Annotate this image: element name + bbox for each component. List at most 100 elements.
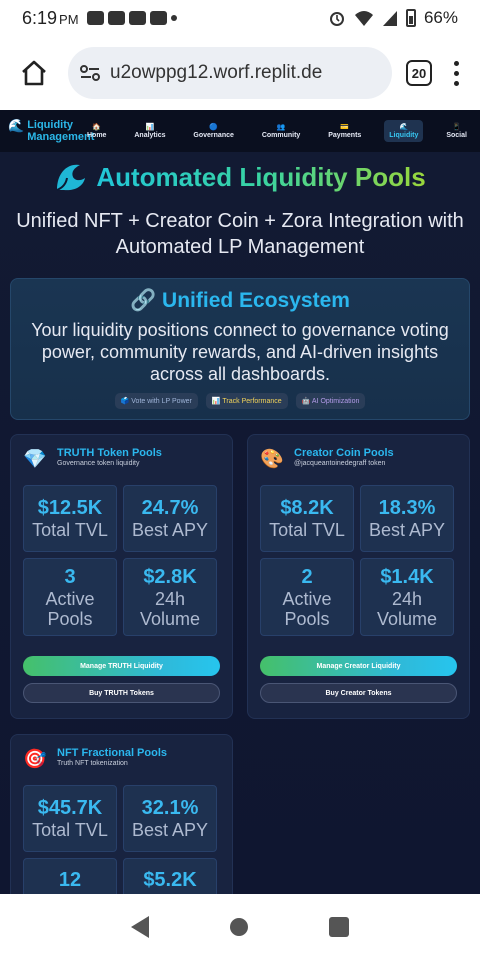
status-time-ampm: PM	[59, 11, 79, 27]
nav-item-home[interactable]: 🏠 Home	[82, 120, 111, 142]
target-icon: 🎯	[23, 749, 47, 770]
stat-value: $1.4K	[380, 565, 434, 588]
manage-truth-liquidity-button[interactable]: Manage TRUTH Liquidity	[23, 656, 220, 676]
stat-label: Active Pools	[45, 588, 95, 629]
site-settings-icon[interactable]	[80, 64, 100, 82]
nav-item-label: Liquidity	[389, 132, 419, 139]
stat-value: $2.8K	[143, 565, 197, 588]
stat-value: 3	[64, 565, 76, 588]
buy-truth-tokens-button[interactable]: Buy TRUTH Tokens	[23, 683, 220, 703]
back-icon[interactable]	[130, 916, 149, 938]
pool-stats: $8.2K Total TVL 18.3% Best APY 2 Active Poo…	[260, 485, 457, 636]
address-bar[interactable]: u2owppg12.worf.replit.de	[68, 47, 392, 99]
browser-menu-button[interactable]	[446, 60, 466, 86]
stat-value: $12.5K	[37, 497, 103, 519]
stat-label: Total TVL	[269, 520, 345, 540]
manage-creator-liquidity-button[interactable]: Manage Creator Liquidity	[260, 656, 457, 676]
tag-vote: 🗳️ Vote with LP Power	[114, 393, 198, 409]
more-notifications-dot-icon	[170, 15, 177, 21]
status-right: 66%	[328, 8, 458, 28]
stat-value: $8.2K	[280, 497, 334, 519]
signal-icon	[382, 11, 397, 26]
stat-value: 24.7%	[141, 497, 199, 519]
stat-active-pools: 2 Active Pools	[260, 558, 354, 636]
pool-subtitle: Truth NFT tokenization	[57, 760, 128, 767]
home-nav-icon: 🏠	[92, 124, 102, 131]
nav-item-label: Governance	[193, 132, 234, 139]
stat-label: 24h Volume	[376, 588, 438, 629]
url-text[interactable]: u2owppg12.worf.replit.de	[110, 62, 322, 84]
wave-icon	[56, 164, 86, 191]
home-button[interactable]	[14, 53, 54, 93]
pool-title: Creator Coin Pools	[294, 447, 394, 459]
tag-track: 📊 Track Performance	[205, 393, 288, 409]
ecosystem-tags: 🗳️ Vote with LP Power 📊 Track Performanc…	[11, 393, 469, 409]
stat-label: Total TVL	[32, 820, 108, 840]
ecosystem-title: 🔗 Unified Ecosystem	[130, 289, 350, 312]
stat-24h-volume: $2.8K 24h Volume	[123, 558, 217, 636]
stat-value: 18.3%	[378, 497, 436, 519]
wave-nav-icon: 🌊	[399, 124, 409, 131]
ecosystem-description: Your liquidity positions connect to gove…	[31, 320, 449, 384]
stat-value: 12	[58, 869, 82, 891]
nav-item-governance[interactable]: 🔵 Governance	[188, 120, 238, 142]
stat-value: 2	[301, 565, 313, 588]
palette-icon: 🎨	[260, 449, 284, 470]
nav-item-label: Community	[261, 132, 301, 139]
hero-title: Automated Liquidity Pools	[0, 160, 480, 194]
status-time: 6:19 PM	[22, 8, 79, 29]
pool-card-nft: 🎯 NFT Fractional Pools Truth NFT tokeniz…	[10, 734, 233, 894]
stat-best-apy: 24.7% Best APY	[123, 485, 217, 552]
status-bar: 6:19 PM 66%	[0, 0, 480, 36]
nav-item-payments[interactable]: 💳 Payments	[323, 120, 366, 142]
pool-title: NFT Fractional Pools	[57, 747, 168, 759]
pool-header: 🎨 Creator Coin Pools @jacqueantoinedegra…	[260, 447, 457, 483]
pool-stats: $45.7K Total TVL 32.1% Best APY 12 $5.2K	[23, 785, 220, 894]
alarm-icon	[329, 12, 344, 26]
nav-item-analytics[interactable]: 📊 Analytics	[129, 120, 170, 142]
stat-value: $45.7K	[37, 797, 103, 819]
recents-icon[interactable]	[329, 917, 350, 937]
pool-header: 🎯 NFT Fractional Pools Truth NFT tokeniz…	[23, 747, 220, 783]
stat-value: $5.2K	[143, 869, 197, 891]
pool-card-creator: 🎨 Creator Coin Pools @jacqueantoinedegra…	[247, 434, 470, 719]
stat-total-tvl: $8.2K Total TVL	[260, 485, 354, 552]
main-content: Automated Liquidity Pools Unified NFT + …	[0, 152, 480, 894]
buy-creator-tokens-button[interactable]: Buy Creator Tokens	[260, 683, 457, 703]
nav-item-label: Analytics	[134, 132, 166, 139]
pool-stats: $12.5K Total TVL 24.7% Best APY 3 Active Po…	[23, 485, 220, 636]
pool-header: 💎 TRUTH Token Pools Governance token liq…	[23, 447, 220, 483]
phone-nav-icon: 📱	[452, 124, 461, 131]
page-title: Automated Liquidity Pools	[96, 161, 426, 192]
nav-item-label: Payments	[328, 132, 362, 139]
app-navbar: 🌊 Liquidity Management 🏠 Home 📊 Analytics …	[0, 110, 480, 152]
nav-item-liquidity[interactable]: 🌊 Liquidity	[384, 120, 424, 142]
pool-title: TRUTH Token Pools	[57, 447, 162, 459]
nav-items: 🏠 Home 📊 Analytics 🔵 Governance 👥 Community …	[82, 120, 472, 142]
stat-best-apy: 18.3% Best APY	[360, 485, 454, 552]
nav-item-community[interactable]: 👥 Community	[257, 120, 306, 142]
stat-label: Best APY	[368, 520, 446, 540]
stat-label: 24h Volume	[139, 588, 201, 629]
brand[interactable]: 🌊 Liquidity Management	[8, 118, 94, 143]
stat-total-tvl: $45.7K Total TVL	[23, 785, 117, 852]
status-time-value: 6:19	[22, 7, 58, 28]
stat-label: Best APY	[131, 820, 209, 840]
people-nav-icon: 👥	[276, 124, 286, 131]
stat-24h-volume: $5.2K	[123, 858, 217, 894]
home-circle-icon[interactable]	[229, 918, 248, 936]
battery-percent: 66%	[423, 8, 458, 27]
system-nav-bar	[0, 894, 480, 960]
browser-toolbar: u2owppg12.worf.replit.de 20	[0, 36, 480, 110]
stat-best-apy: 32.1% Best APY	[123, 785, 217, 852]
tab-switcher-button[interactable]: 20	[406, 60, 432, 86]
pool-card-truth: 💎 TRUTH Token Pools Governance token liq…	[10, 434, 233, 719]
stat-24h-volume: $1.4K 24h Volume	[360, 558, 454, 636]
page-subtitle: Unified NFT + Creator Coin + Zora Integr…	[16, 210, 464, 258]
stat-value: 32.1%	[141, 797, 199, 819]
x-notification-icon	[128, 11, 146, 25]
nav-item-social[interactable]: 📱 Social	[441, 120, 472, 142]
nav-item-label: Social	[446, 132, 467, 139]
card-nav-icon: 💳	[340, 124, 350, 131]
brand-wave-icon: 🌊	[8, 118, 25, 133]
